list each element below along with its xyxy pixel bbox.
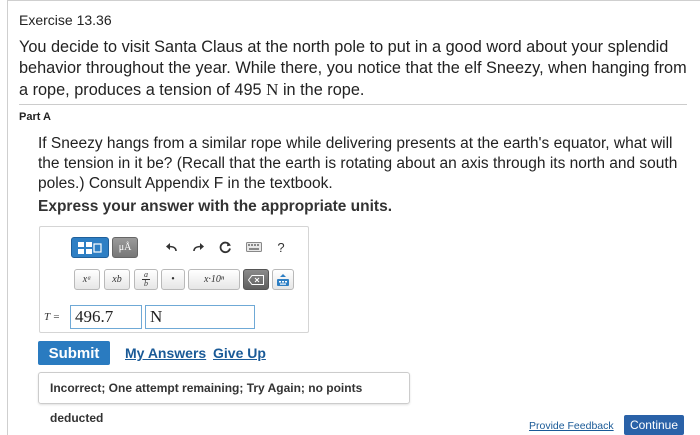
my-answers-link[interactable]: My Answers: [125, 345, 206, 361]
fraction-bottom: b: [144, 279, 148, 288]
keyboard-button[interactable]: [245, 240, 263, 254]
undo-icon: [165, 242, 177, 252]
backspace-button[interactable]: [243, 269, 269, 290]
part-question: If Sneezy hangs from a similar rope whil…: [38, 135, 678, 192]
undo-button[interactable]: [163, 239, 179, 255]
answer-value-input[interactable]: 496.7: [70, 305, 142, 329]
subscript-label: xb: [112, 274, 122, 285]
provide-feedback-link[interactable]: Provide Feedback: [529, 420, 614, 432]
section-divider: [19, 104, 687, 105]
variable-label: T =: [44, 311, 61, 323]
superscript-label: xᵃ: [82, 274, 92, 285]
keypad-button[interactable]: [272, 269, 294, 290]
part-label: Part A: [19, 111, 51, 123]
problem-statement: You decide to visit Santa Claus at the n…: [19, 37, 689, 101]
units-button[interactable]: μÅ: [112, 237, 138, 258]
sci-notation-label: x·10ⁿ: [203, 274, 225, 285]
units-label: μÅ: [118, 242, 132, 253]
redo-button[interactable]: [191, 239, 207, 255]
sci-notation-button[interactable]: x·10ⁿ: [188, 269, 240, 290]
continue-button[interactable]: Continue: [624, 415, 684, 435]
backspace-icon: [248, 274, 264, 285]
feedback-message: Incorrect; One attempt remaining; Try Ag…: [38, 372, 410, 425]
problem-text-after: in the rope.: [282, 81, 365, 99]
help-button[interactable]: ?: [274, 239, 288, 255]
answer-unit-input[interactable]: N: [145, 305, 255, 329]
templates-icon: [77, 241, 103, 255]
help-label: ?: [277, 239, 285, 255]
redo-icon: [193, 242, 205, 252]
dot-label: •: [171, 274, 175, 285]
submit-button[interactable]: Submit: [38, 341, 110, 365]
superscript-button[interactable]: xᵃ: [74, 269, 100, 290]
problem-unit: N: [266, 80, 279, 99]
reset-icon: [219, 241, 232, 254]
subscript-button[interactable]: xb: [104, 269, 130, 290]
dot-button[interactable]: •: [161, 269, 185, 290]
keypad-icon: [276, 273, 290, 287]
templates-button[interactable]: [71, 237, 109, 258]
exercise-title: Exercise 13.36: [19, 12, 112, 28]
keyboard-icon: [246, 242, 262, 252]
answer-instruction: Express your answer with the appropriate…: [38, 198, 393, 215]
fraction-top: a: [144, 270, 148, 279]
give-up-link[interactable]: Give Up: [213, 345, 266, 361]
reset-button[interactable]: [217, 239, 233, 255]
fraction-button[interactable]: a b: [134, 269, 158, 290]
